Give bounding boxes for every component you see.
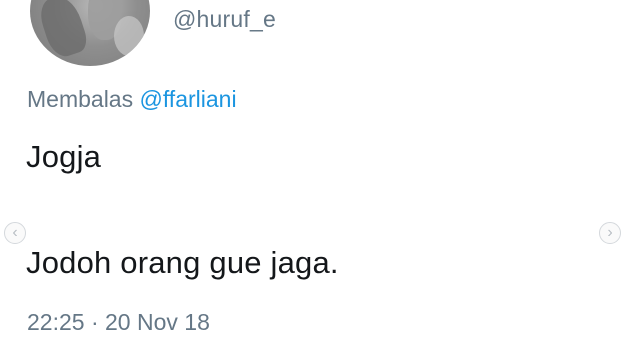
reply-prefix: Membalas <box>27 86 140 112</box>
tweet-text-line-1: Jogja <box>26 139 102 174</box>
timestamp-separator: · <box>90 309 99 335</box>
chevron-left-icon[interactable]: ‹ <box>4 222 26 244</box>
reply-context: Membalas @ffarliani <box>27 86 237 113</box>
chevron-right-icon[interactable]: › <box>599 222 621 244</box>
avatar[interactable] <box>30 0 150 66</box>
user-handle[interactable]: @huruf_e <box>173 6 276 33</box>
avatar-image-shape <box>35 0 91 61</box>
reply-mention-link[interactable]: @ffarliani <box>139 86 236 112</box>
tweet-date: 20 Nov 18 <box>105 309 210 335</box>
tweet-time: 22:25 <box>27 309 85 335</box>
tweet-timestamp[interactable]: 22:25 · 20 Nov 18 <box>27 309 210 336</box>
tweet-text-line-2: Jodoh orang gue jaga. <box>26 245 339 280</box>
avatar-image-shape <box>114 16 144 56</box>
